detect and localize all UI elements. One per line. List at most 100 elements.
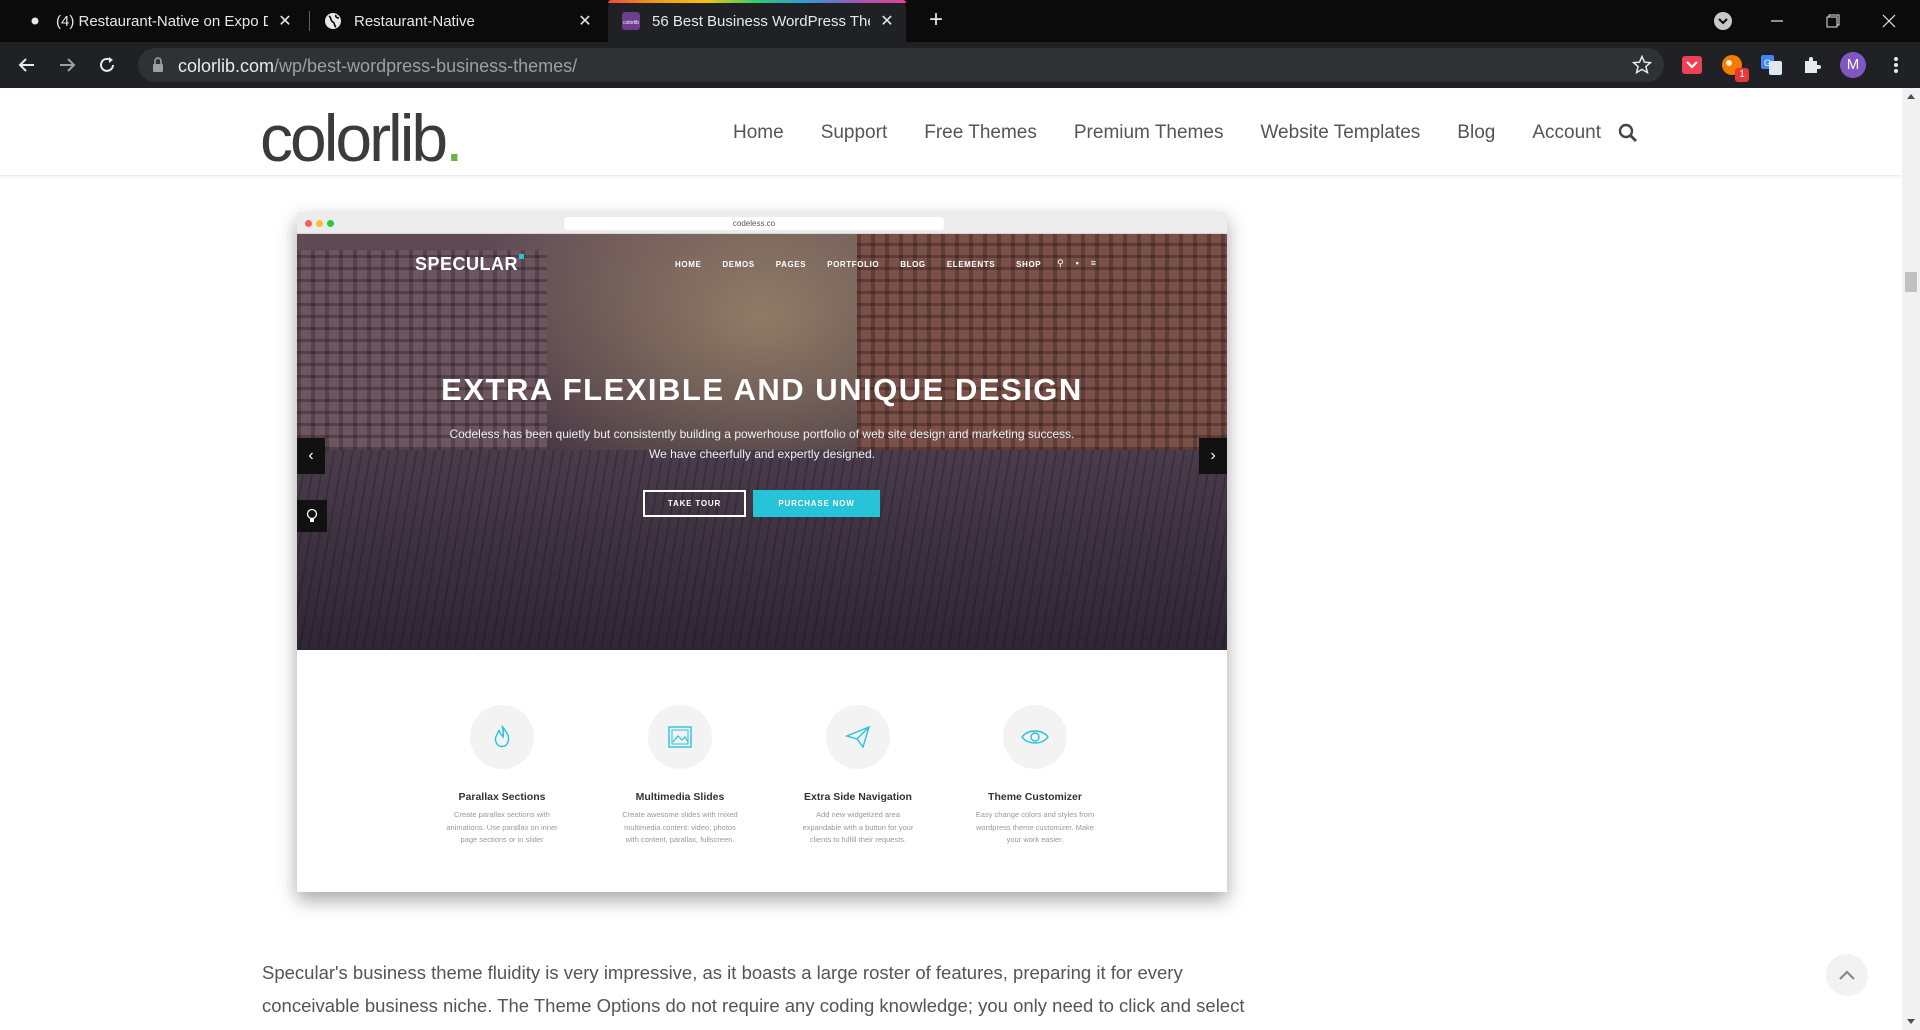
pocket-extension-icon[interactable] (1680, 53, 1704, 77)
mock-browser-bar: codeless.co (297, 212, 1227, 234)
hero-subtitle-line: Codeless has been quietly but consistent… (449, 427, 1075, 441)
mock-close-dot (305, 220, 312, 227)
specular-nav-item: SHOP (1016, 260, 1042, 269)
feature-multimedia: Multimedia Slides Create awesome slides … (610, 705, 750, 847)
svg-text:colorlib: colorlib (623, 20, 639, 26)
colorlib-favicon-icon: colorlib (622, 12, 640, 30)
paragraph-line: conceivable business niche. The Theme Op… (262, 995, 1245, 1016)
url-host: colorlib.com (178, 56, 275, 76)
purchase-now-button: PURCHASE NOW (753, 490, 880, 517)
scroll-thumb[interactable] (1905, 272, 1917, 292)
image-icon (648, 705, 712, 769)
specular-nav-item: BLOG (900, 260, 926, 269)
logo-dot: . (445, 101, 463, 175)
specular-nav-item: HOME (675, 260, 702, 269)
logo-text: colorlib (260, 101, 448, 175)
back-arrow-icon[interactable] (11, 49, 43, 81)
scroll-down-arrow-icon[interactable] (1907, 1019, 1915, 1024)
hero-subtitle-line: We have cheerfully and expertly designed… (649, 447, 875, 461)
features-section: Parallax Sections Create parallax sectio… (297, 650, 1227, 892)
feature-desc: Easy change colors and styles from wordp… (975, 810, 1095, 844)
site-header: colorlib. Home Support Free Themes Premi… (0, 88, 1902, 176)
paper-plane-icon (826, 705, 890, 769)
mini-menu-icon: ≡ (1090, 258, 1097, 268)
eye-icon (1003, 705, 1067, 769)
nav-support[interactable]: Support (821, 122, 888, 144)
feature-title: Parallax Sections (458, 791, 546, 803)
forward-arrow-icon[interactable] (51, 49, 83, 81)
tab-title: (4) Restaurant-Native on Expo Dev (56, 12, 268, 30)
specular-nav-item: PAGES (775, 260, 807, 269)
hero-slider: SPECULAR HOME DEMOS PAGES PORTFOLIO BLOG… (297, 234, 1227, 650)
feature-title: Theme Customizer (988, 791, 1082, 803)
nav-blog[interactable]: Blog (1457, 122, 1495, 144)
globe-icon (324, 12, 342, 30)
mini-search-icon: ⚲ (1057, 258, 1064, 268)
nav-premium-themes[interactable]: Premium Themes (1074, 122, 1224, 144)
scroll-up-arrow-icon[interactable] (1907, 94, 1915, 99)
new-tab-button[interactable]: + (924, 8, 948, 33)
hero-title: EXTRA FLEXIBLE AND UNIQUE DESIGN (441, 372, 1083, 407)
tab-expo[interactable]: (4) Restaurant-Native on Expo Dev ✕ (14, 0, 304, 42)
page-scrollbar[interactable] (1902, 88, 1920, 1030)
colorlib-logo[interactable]: colorlib. (260, 100, 464, 176)
tab-title: 56 Best Business WordPress Themes (652, 12, 870, 30)
article-paragraph: Specular's business theme fluidity is ve… (262, 956, 1272, 1022)
mock-maximize-dot (327, 220, 334, 227)
extensions-puzzle-icon[interactable] (1800, 53, 1824, 77)
nav-website-templates[interactable]: Website Templates (1260, 122, 1420, 144)
minimize-icon[interactable] (1754, 0, 1800, 42)
specular-logo: SPECULAR (415, 254, 525, 275)
feature-title: Multimedia Slides (635, 791, 725, 803)
feature-customizer: Theme Customizer Easy change colors and … (965, 705, 1105, 847)
close-window-icon[interactable] (1866, 0, 1912, 42)
search-icon[interactable] (1618, 123, 1638, 148)
tab-colorlib-active[interactable]: colorlib 56 Best Business WordPress Them… (608, 0, 906, 42)
extension-badge: 1 (1735, 68, 1749, 82)
tab-restaurant-native[interactable]: Restaurant-Native ✕ (312, 0, 604, 42)
hero-subtitle: Codeless has been quietly but consistent… (297, 424, 1227, 464)
tab-search-icon[interactable] (1700, 0, 1746, 42)
main-nav: Home Support Free Themes Premium Themes … (733, 122, 1638, 144)
lock-icon (152, 57, 164, 78)
nav-account[interactable]: Account (1532, 122, 1601, 144)
web-page: colorlib. Home Support Free Themes Premi… (0, 88, 1902, 1030)
specular-nav-item: ELEMENTS (946, 260, 996, 269)
tab-close-icon[interactable]: ✕ (276, 12, 294, 30)
feature-desc: Create awesome slides with mixed multime… (622, 810, 738, 844)
scroll-to-top-button[interactable] (1826, 954, 1868, 996)
tab-close-icon[interactable]: ✕ (576, 12, 594, 30)
bridge-deck (297, 450, 1227, 650)
mini-cart-icon: ▪ (1075, 258, 1079, 268)
nav-free-themes[interactable]: Free Themes (924, 122, 1037, 144)
slider-prev-icon: ‹ (297, 438, 325, 474)
mock-url: codeless.co (564, 217, 944, 230)
browser-toolbar: colorlib.com/wp/best-wordpress-business-… (0, 42, 1920, 88)
specular-menu: HOME DEMOS PAGES PORTFOLIO BLOG ELEMENTS… (675, 260, 1062, 269)
reload-icon[interactable] (91, 49, 123, 81)
specular-nav-item: DEMOS (722, 260, 755, 269)
url-text[interactable]: colorlib.com/wp/best-wordpress-business-… (178, 56, 577, 77)
feature-desc: Add new widgetized area expandable with … (802, 810, 914, 844)
slider-next-icon: › (1199, 438, 1227, 474)
browser-tab-bar: (4) Restaurant-Native on Expo Dev ✕ Rest… (0, 0, 1920, 42)
paragraph-line: Specular's business theme fluidity is ve… (262, 962, 1183, 983)
take-tour-button: TAKE TOUR (643, 490, 746, 517)
address-bar[interactable]: colorlib.com/wp/best-wordpress-business-… (138, 48, 1664, 82)
profile-avatar[interactable]: M (1840, 52, 1866, 78)
tab-close-icon[interactable]: ✕ (878, 12, 896, 30)
bookmark-star-icon[interactable] (1631, 54, 1653, 80)
translate-extension-icon[interactable]: G (1760, 53, 1784, 77)
nav-home[interactable]: Home (733, 122, 784, 144)
restore-icon[interactable] (1810, 0, 1856, 42)
feature-side-nav: Extra Side Navigation Add new widgetized… (788, 705, 928, 847)
mock-minimize-dot (316, 220, 323, 227)
expo-dot-icon (26, 12, 44, 30)
browser-menu-icon[interactable] (1884, 53, 1908, 77)
feature-title: Extra Side Navigation (804, 791, 912, 803)
feature-desc: Create parallax sections with animations… (446, 810, 558, 844)
feature-parallax: Parallax Sections Create parallax sectio… (432, 705, 572, 847)
flame-icon (470, 705, 534, 769)
specular-nav-icons: ⚲ ▪ ≡ (1057, 258, 1108, 269)
specular-nav-item: PORTFOLIO (827, 260, 880, 269)
